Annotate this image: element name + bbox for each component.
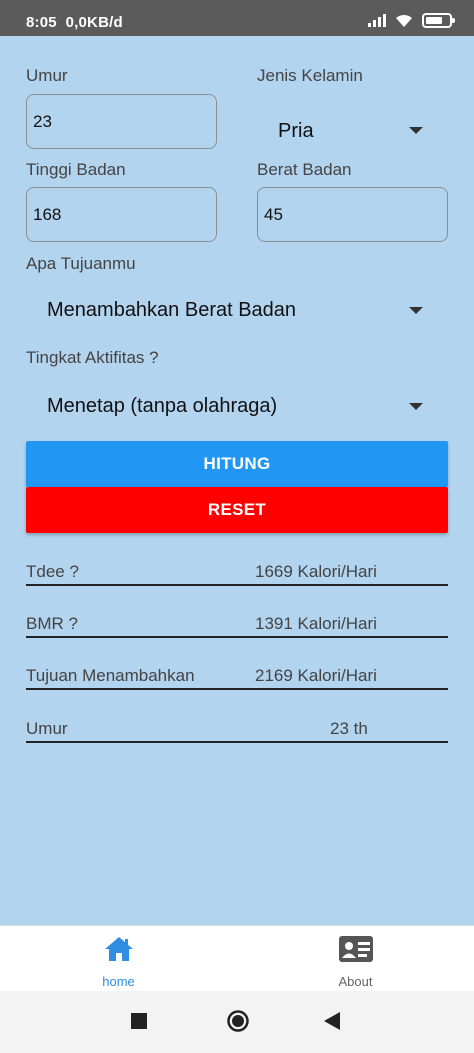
home-icon: [105, 937, 133, 961]
goal-label: Apa Tujuanmu: [26, 254, 136, 273]
activity-label: Tingkat Aktifitas ?: [26, 348, 159, 367]
result-value: 23 th: [330, 719, 368, 738]
status-icons: [368, 12, 455, 28]
reset-button[interactable]: RESET: [26, 487, 448, 533]
status-bar: 8:05 0,0KB/d: [0, 0, 474, 36]
activity-dropdown[interactable]: Menetap (tanpa olahraga): [26, 382, 448, 430]
result-row-bmr: BMR ? 1391 Kalori/Hari: [26, 612, 448, 638]
result-label: Tdee ?: [26, 562, 79, 581]
goal-selected-value: Menambahkan Berat Badan: [47, 298, 297, 321]
system-navigation-bar: [0, 991, 474, 1053]
gender-label: Jenis Kelamin: [257, 66, 363, 85]
dropdown-arrow-icon: [409, 403, 423, 410]
home-button-icon[interactable]: [226, 1009, 250, 1033]
nav-item-about[interactable]: About: [237, 926, 474, 992]
result-value: 1391 Kalori/Hari: [255, 614, 377, 633]
age-input[interactable]: [26, 94, 217, 149]
weight-input[interactable]: [257, 187, 448, 242]
goal-dropdown[interactable]: Menambahkan Berat Badan: [26, 286, 448, 334]
result-row-age: Umur 23 th: [26, 717, 448, 743]
wifi-icon: [396, 14, 412, 27]
dropdown-arrow-icon: [409, 127, 423, 134]
height-label: Tinggi Badan: [26, 160, 126, 179]
status-time: 8:05: [26, 14, 57, 31]
height-input[interactable]: [26, 187, 217, 242]
result-row-goal: Tujuan Menambahkan 2169 Kalori/Hari: [26, 664, 448, 690]
result-label: Umur: [26, 719, 68, 738]
calculator-form: Umur Jenis Kelamin Pria Tinggi Badan Ber…: [0, 36, 474, 925]
result-value: 2169 Kalori/Hari: [255, 666, 377, 685]
recent-apps-icon[interactable]: [131, 1013, 147, 1029]
status-network-speed: 0,0KB/d: [65, 14, 123, 31]
bottom-navigation: home About: [0, 925, 474, 991]
nav-label-about: About: [338, 974, 373, 989]
weight-label: Berat Badan: [257, 160, 352, 179]
dropdown-arrow-icon: [409, 307, 423, 314]
status-left: 8:05 0,0KB/d: [26, 14, 123, 31]
result-label: Tujuan Menambahkan: [26, 666, 195, 685]
gender-dropdown[interactable]: Pria: [257, 106, 448, 156]
contact-card-icon: [339, 936, 373, 962]
nav-item-home[interactable]: home: [0, 926, 237, 992]
battery-icon: [422, 12, 455, 28]
calculate-button[interactable]: HITUNG: [26, 441, 448, 487]
nav-label-home: home: [102, 974, 135, 989]
activity-selected-value: Menetap (tanpa olahraga): [47, 394, 278, 417]
back-icon[interactable]: [323, 1011, 341, 1031]
result-label: BMR ?: [26, 614, 78, 633]
signal-icon: [368, 13, 386, 27]
result-row-tdee: Tdee ? 1669 Kalori/Hari: [26, 560, 448, 586]
age-label: Umur: [26, 66, 68, 85]
result-value: 1669 Kalori/Hari: [255, 562, 377, 581]
gender-selected-value: Pria: [278, 119, 314, 142]
